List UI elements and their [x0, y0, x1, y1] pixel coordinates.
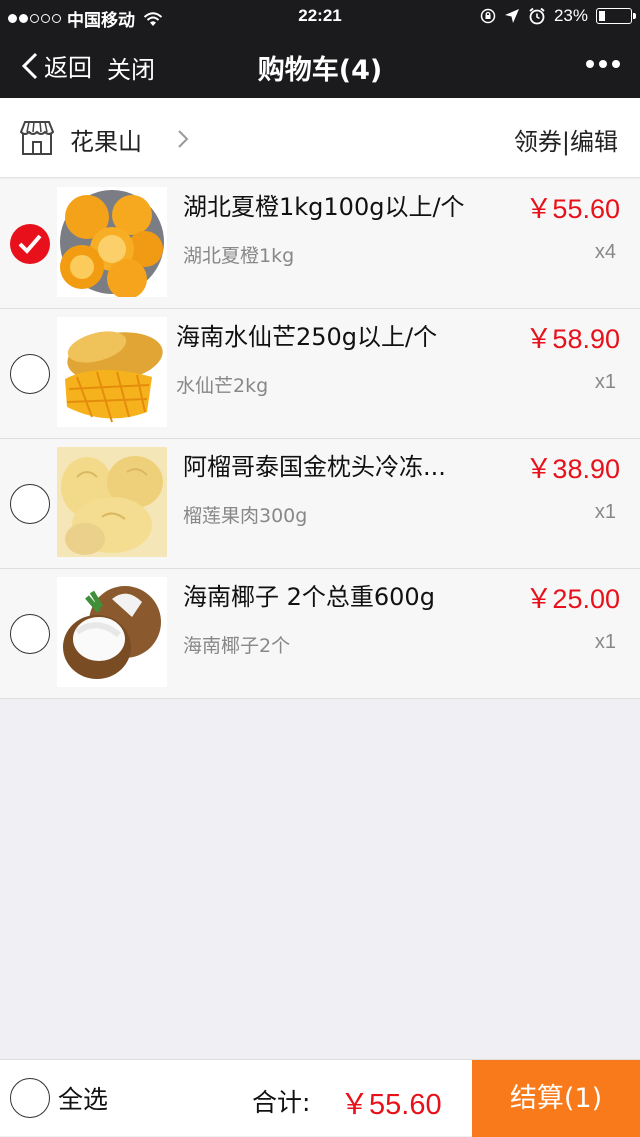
- item-name[interactable]: 阿榴哥泰国金枕头冷冻...: [183, 447, 446, 482]
- total-label: 合计:: [252, 1088, 311, 1117]
- item-name[interactable]: 海南椰子 2个总重600g: [183, 577, 435, 612]
- cart-item: 海南水仙芒250g以上/个 水仙芒2kg ￥58.90 x1: [0, 309, 640, 439]
- coconut-image[interactable]: [57, 577, 167, 687]
- item-quantity: x4: [594, 241, 616, 263]
- item-quantity: x1: [594, 501, 616, 523]
- durian-image[interactable]: [57, 447, 167, 557]
- item-quantity: x1: [594, 371, 616, 393]
- battery-percent: 23%: [553, 6, 588, 25]
- cart-item: 湖北夏橙1kg100g以上/个 湖北夏橙1kg ￥55.60 x4: [0, 179, 640, 309]
- item-quantity: x1: [594, 631, 616, 653]
- item-checkbox[interactable]: [10, 614, 50, 654]
- checkmark-icon: [18, 234, 42, 254]
- shop-actions: 领券|编辑: [514, 122, 618, 157]
- item-checkbox[interactable]: [10, 224, 50, 264]
- total-price: ￥55.60: [340, 1089, 442, 1121]
- coupon-button[interactable]: 领券: [514, 128, 562, 156]
- alarm-icon: [529, 7, 545, 25]
- item-price: ￥25.00: [525, 584, 620, 614]
- shop-header: 花果山 领券|编辑: [0, 98, 640, 178]
- checkout-button[interactable]: 结算(1): [472, 1060, 640, 1137]
- top-bar: 中国移动 22:21 23% 返回 关闭 购物车(4): [0, 0, 640, 98]
- select-all-label[interactable]: 全选: [58, 1080, 108, 1116]
- edit-button[interactable]: 编辑: [570, 128, 618, 156]
- checkout-bar: 全选 合计: ￥55.60 结算(1): [0, 1059, 640, 1137]
- store-icon: [20, 121, 54, 155]
- orientation-lock-icon: [480, 8, 496, 24]
- shop-name[interactable]: 花果山: [70, 122, 142, 157]
- mango-image[interactable]: [57, 317, 167, 427]
- item-spec: 海南椰子2个: [183, 635, 291, 657]
- item-spec: 湖北夏橙1kg: [183, 245, 295, 267]
- item-price: ￥58.90: [525, 324, 620, 354]
- item-spec: 水仙芒2kg: [176, 375, 269, 397]
- orange-image[interactable]: [57, 187, 167, 297]
- cart-item: 阿榴哥泰国金枕头冷冻... 榴莲果肉300g ￥38.90 x1: [0, 439, 640, 569]
- chevron-right-icon[interactable]: [176, 128, 190, 150]
- item-name[interactable]: 海南水仙芒250g以上/个: [176, 317, 437, 352]
- more-options-icon[interactable]: [586, 54, 622, 74]
- battery-icon: [596, 8, 636, 24]
- item-price: ￥55.60: [525, 194, 620, 224]
- page-title: 购物车(4): [257, 55, 383, 86]
- navigation-bar: 返回 关闭 购物车(4): [0, 32, 640, 98]
- item-name[interactable]: 湖北夏橙1kg100g以上/个: [183, 187, 465, 222]
- status-bar: 中国移动 22:21 23%: [0, 0, 640, 32]
- cart-item: 海南椰子 2个总重600g 海南椰子2个 ￥25.00 x1: [0, 569, 640, 699]
- item-price: ￥38.90: [525, 454, 620, 484]
- item-checkbox[interactable]: [10, 484, 50, 524]
- action-separator: |: [561, 128, 570, 156]
- item-checkbox[interactable]: [10, 354, 50, 394]
- location-icon: [504, 9, 519, 23]
- item-spec: 榴莲果肉300g: [183, 505, 308, 527]
- select-all-checkbox[interactable]: [10, 1078, 50, 1118]
